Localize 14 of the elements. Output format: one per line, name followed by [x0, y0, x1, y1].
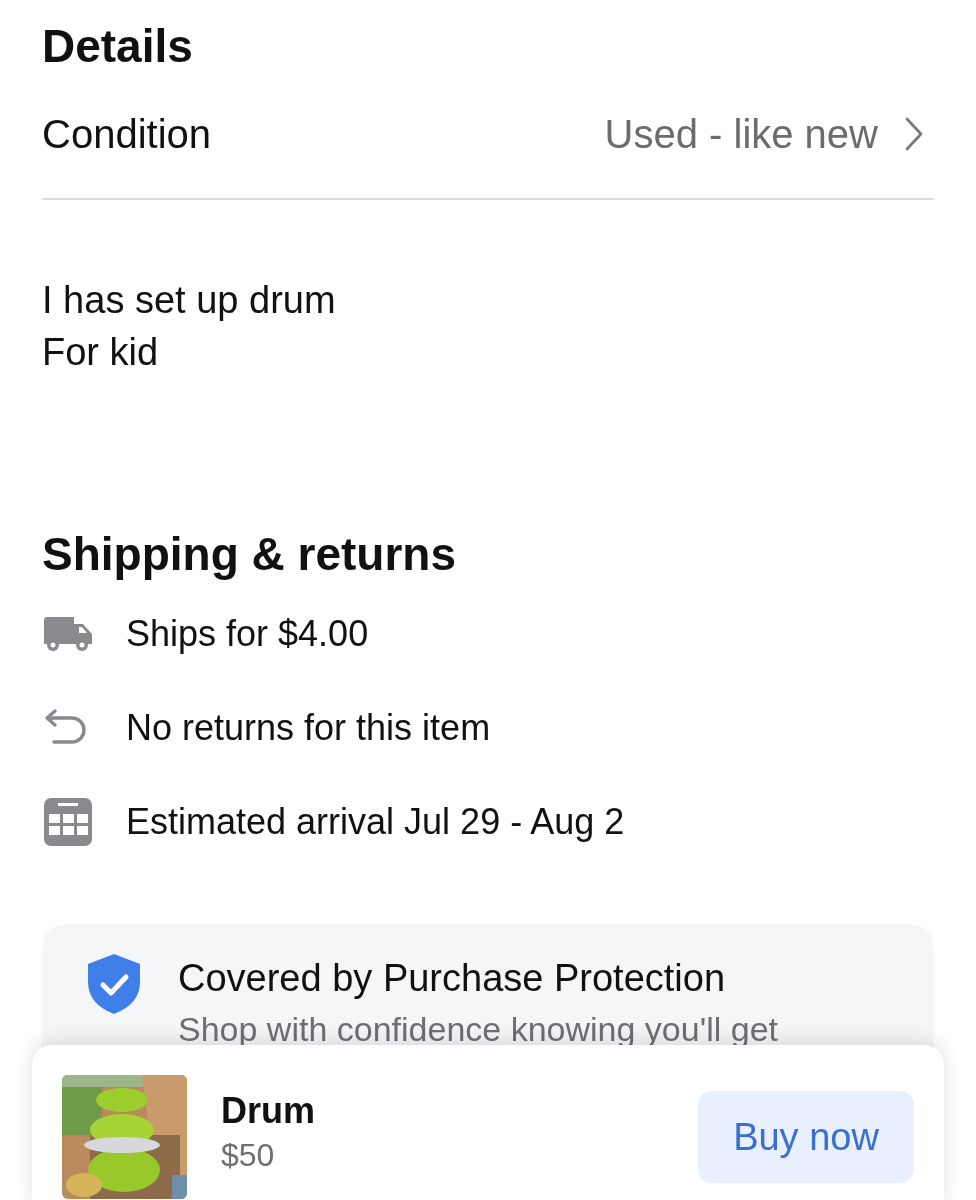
buy-now-button[interactable]: Buy now — [698, 1091, 914, 1183]
product-price: $50 — [221, 1136, 276, 1175]
shipping-info-text: Ships for $4.00 — [126, 613, 369, 655]
product-title: Drum — [221, 1089, 316, 1133]
section-title: Details — [42, 19, 194, 74]
protection-title: Covered by Purchase Protection — [178, 956, 727, 1001]
condition-row[interactable]: Condition Used - like new — [42, 82, 934, 200]
truck-icon — [42, 616, 94, 652]
shipping-info-text: No returns for this item — [126, 707, 491, 749]
shipping-info-text: Estimated arrival Jul 29 - Aug 2 — [126, 801, 625, 843]
item-description: I has set up drum For kid — [42, 278, 337, 375]
chevron-right-icon — [904, 116, 924, 152]
calendar-icon — [42, 797, 94, 847]
section-title: Shipping & returns — [42, 527, 457, 582]
